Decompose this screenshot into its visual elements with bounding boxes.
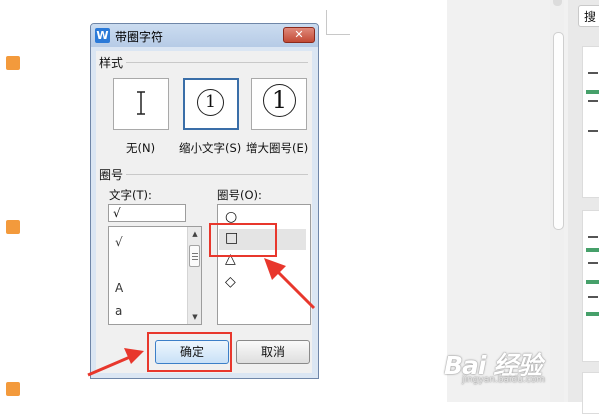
baidu-jingyan-watermark: Bai 经验 jingyan.baidu.com (440, 346, 580, 392)
arrow-icon (87, 348, 144, 377)
arrow-icon (264, 258, 316, 310)
annotation-arrows (87, 258, 316, 377)
watermark-url: jingyan.baidu.com (462, 375, 546, 385)
